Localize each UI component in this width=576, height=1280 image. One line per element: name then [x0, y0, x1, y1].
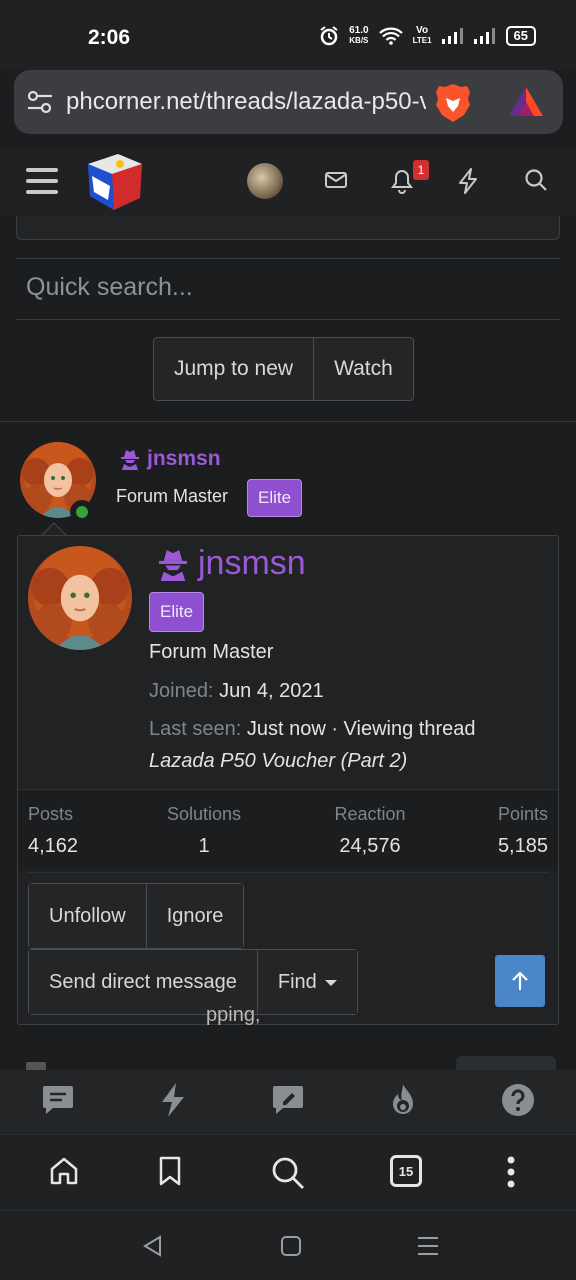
- stat-label: Reaction: [334, 804, 406, 824]
- site-logo[interactable]: [82, 150, 148, 214]
- member-last-seen: Last seen: Just now · Viewing thread: [149, 718, 476, 741]
- stat-value: 5,185: [497, 835, 548, 857]
- member-joined: Joined: Jun 4, 2021: [149, 680, 324, 703]
- scroll-to-top-button[interactable]: [495, 955, 545, 1007]
- alarm-icon: [320, 26, 338, 46]
- more-options-icon[interactable]: [504, 1155, 518, 1189]
- stat-label: Posts: [28, 804, 74, 824]
- forum-bottom-nav: [0, 1070, 576, 1134]
- unfollow-button[interactable]: Unfollow: [29, 884, 146, 948]
- address-bar[interactable]: phcorner.net/threads/lazada-p50-voucher-…: [14, 70, 563, 134]
- elite-badge: Elite: [247, 479, 303, 517]
- volte-bottom: LTE1: [412, 36, 432, 45]
- post-author-title: Forum Master: [116, 486, 229, 506]
- write-icon[interactable]: [271, 1082, 305, 1116]
- home-icon[interactable]: [48, 1155, 80, 1187]
- tabs-button[interactable]: 15: [390, 1155, 422, 1187]
- stat-posts[interactable]: Posts 4,162: [28, 804, 78, 858]
- battery-indicator: 65: [505, 26, 536, 46]
- divider: [28, 872, 548, 873]
- stat-label: Solutions: [166, 804, 242, 824]
- joined-value: Jun 4, 2021: [219, 680, 324, 702]
- chevron-down-icon: [324, 979, 337, 986]
- search-icon[interactable]: [270, 1155, 306, 1191]
- system-navigation-bar: [0, 1210, 576, 1280]
- stat-value: 4,162: [28, 835, 79, 857]
- viewing-thread-link[interactable]: Lazada P50 Voucher (Part 2): [149, 750, 407, 773]
- post-author[interactable]: jnsmsn: [119, 447, 221, 471]
- volte-indicator: Vo LTE1: [413, 26, 432, 46]
- stat-solutions[interactable]: Solutions 1: [163, 804, 245, 858]
- quick-search-input[interactable]: Quick search...: [16, 258, 560, 320]
- back-icon[interactable]: [142, 1235, 164, 1257]
- status-time: 2:06: [88, 26, 131, 49]
- spy-icon: [121, 450, 139, 470]
- stat-reaction[interactable]: Reaction 24,576: [324, 804, 416, 858]
- brave-shields-icon[interactable]: [434, 82, 472, 124]
- network-speed: 61.0 KB/S: [349, 26, 368, 46]
- signal-icon-2: [473, 28, 495, 44]
- status-indicators: 61.0 KB/S Vo LTE1 65: [319, 26, 536, 46]
- signal-icon-1: [441, 28, 463, 44]
- arrow-up-icon: [512, 971, 528, 990]
- stat-value: 1: [198, 835, 210, 857]
- last-seen-label: Last seen:: [149, 718, 242, 740]
- member-username[interactable]: jnsmsn: [198, 544, 306, 583]
- bookmark-icon[interactable]: [157, 1155, 183, 1187]
- member-avatar[interactable]: [28, 546, 132, 650]
- post-text-partial: pping,: [206, 1004, 261, 1026]
- find-label: Find: [277, 971, 317, 993]
- member-stats: Posts 4,162 Solutions 1 Reaction 24,576 …: [18, 789, 558, 871]
- previous-panel-edge: [16, 216, 560, 240]
- status-bar: 2:06 61.0 KB/S Vo LTE1 65: [0, 0, 576, 70]
- site-header: [0, 148, 576, 216]
- notification-count-badge: 1: [413, 160, 429, 180]
- chat-icon[interactable]: [41, 1082, 75, 1116]
- url-text[interactable]: phcorner.net/threads/lazada-p50-voucher-…: [66, 88, 426, 116]
- brave-rewards-icon[interactable]: [506, 82, 546, 122]
- home-button-icon[interactable]: [280, 1235, 302, 1257]
- spy-icon: [159, 549, 187, 581]
- divider: [0, 421, 576, 422]
- ignore-button[interactable]: Ignore: [145, 884, 244, 948]
- member-name[interactable]: jnsmsn: [156, 544, 306, 583]
- network-speed-value: 61.0: [349, 25, 369, 36]
- member-actions-row1: Unfollow Ignore: [28, 883, 245, 949]
- member-title: Forum Master: [149, 641, 274, 663]
- online-status-icon: [70, 500, 94, 524]
- account-avatar[interactable]: [247, 163, 283, 199]
- fire-icon[interactable]: [387, 1082, 419, 1118]
- last-seen-value: Just now · Viewing thread: [246, 718, 476, 740]
- stat-label: Points: [497, 804, 548, 824]
- whats-new-icon[interactable]: [457, 168, 479, 194]
- volte-top: Vo: [416, 25, 429, 36]
- member-elite-badge: Elite: [149, 592, 205, 632]
- member-tooltip-card: jnsmsn Elite Forum Master Joined: Jun 4,…: [17, 535, 559, 1025]
- site-settings-icon[interactable]: [26, 88, 54, 116]
- search-icon[interactable]: [524, 168, 548, 192]
- mail-icon[interactable]: [324, 168, 348, 192]
- watch-button[interactable]: Watch: [313, 338, 413, 400]
- recent-apps-icon[interactable]: [417, 1235, 439, 1257]
- wifi-icon: [378, 27, 403, 45]
- find-dropdown-button[interactable]: Find: [256, 950, 357, 1014]
- thread-actions: Jump to new Watch: [153, 337, 414, 401]
- network-speed-unit: KB/S: [349, 36, 369, 45]
- joined-label: Joined:: [149, 680, 214, 702]
- stat-points[interactable]: Points 5,185: [498, 804, 548, 858]
- bolt-icon[interactable]: [158, 1082, 188, 1118]
- bell-icon[interactable]: [390, 168, 414, 194]
- jump-to-new-button[interactable]: Jump to new: [154, 338, 313, 400]
- member-actions-row2: Send direct message Find: [28, 949, 358, 1015]
- post-author-username[interactable]: jnsmsn: [147, 447, 221, 471]
- help-icon[interactable]: [500, 1082, 536, 1118]
- browser-toolbar: 15: [0, 1134, 576, 1210]
- menu-icon[interactable]: [26, 168, 58, 194]
- stat-value: 24,576: [339, 835, 401, 857]
